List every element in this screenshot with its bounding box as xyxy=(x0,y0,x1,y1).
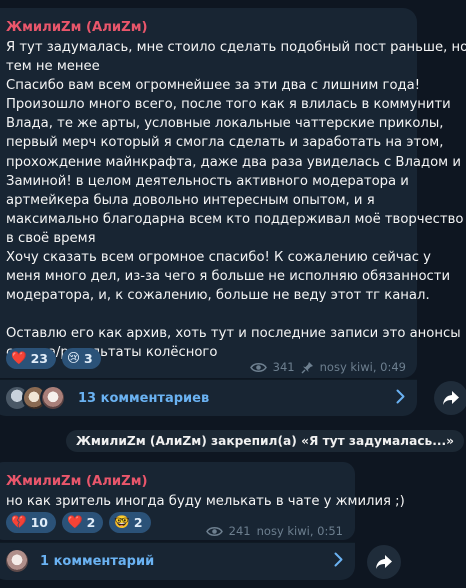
text-line: артмейкера была довольно интересным опыт… xyxy=(6,192,375,208)
comments-count-link[interactable]: 1 комментарий xyxy=(40,554,154,569)
comments-bar[interactable]: 13 комментариев xyxy=(0,379,417,416)
post-author[interactable]: ЖмилиZм (АлиZм) xyxy=(6,474,148,489)
heart-icon: ❤️ xyxy=(66,514,83,530)
heart-icon: ❤️ xyxy=(11,350,27,366)
divider xyxy=(0,542,355,543)
view-count: 341 xyxy=(272,360,295,374)
post-meta: 341 nosy kiwi, 0:49 xyxy=(249,360,406,374)
text-line: тем не менее xyxy=(6,59,100,75)
reactions-bar: ❤️ 23 😢 3 xyxy=(0,348,101,369)
broken-heart-icon: 💔 xyxy=(11,514,27,530)
reaction-broken-heart[interactable]: 💔 10 xyxy=(6,512,56,533)
reaction-count: 23 xyxy=(30,351,48,366)
text-line xyxy=(6,305,466,324)
text-line: но как зритель иногда буду мелькать в ча… xyxy=(6,494,405,509)
crying-face-icon: 😢 xyxy=(66,350,81,366)
text-line: Заминой! в целом деятельность активного … xyxy=(6,173,409,189)
nerd-face-icon: 🤓 xyxy=(114,514,130,530)
chevron-right-icon xyxy=(396,389,405,404)
text-line: Я тут задумалась, мне стоило сделать под… xyxy=(6,40,466,55)
post-text: Я тут задумалась, мне стоило сделать под… xyxy=(6,38,466,363)
reaction-count: 2 xyxy=(86,515,96,530)
commenter-avatars: 13 комментариев xyxy=(4,385,209,411)
forward-button[interactable] xyxy=(434,381,466,415)
text-line: Влада, те же арты, условные локальные ча… xyxy=(6,116,444,132)
avatar xyxy=(40,385,66,411)
divider xyxy=(0,379,417,380)
share-arrow-icon xyxy=(376,555,392,569)
text-line: модератора, и, к сожалению, больше не ве… xyxy=(6,288,430,304)
view-count: 241 xyxy=(228,524,251,538)
forward-button[interactable] xyxy=(367,545,401,579)
eye-icon xyxy=(249,362,267,372)
chevron-right-icon xyxy=(334,552,343,567)
channel-post[interactable]: ЖмилиZм (АлиZм) но как зритель иногда бу… xyxy=(0,462,405,540)
channel-post[interactable]: ЖмилиZм (АлиZм) Я тут задумалась, мне ст… xyxy=(0,8,466,378)
text-line: Хочу сказать всем огромное спасибо! К со… xyxy=(6,250,431,266)
text-line: Оставлю его как архив, хоть тут и послед… xyxy=(6,326,461,342)
text-line: прохождение майнкрафта, даже два раза ув… xyxy=(6,154,461,170)
text-line: максимально благодарна всем кто поддержи… xyxy=(6,211,464,227)
eye-icon xyxy=(205,526,223,536)
pinned-service-message[interactable]: ЖмилиZм (АлиZм) закрепил(а) «Я тут задум… xyxy=(66,430,465,452)
text-line: первый мерч который я смогла сделать и з… xyxy=(6,135,444,151)
avatar xyxy=(4,548,30,574)
post-signature: nosy kiwi, 0:51 xyxy=(256,524,343,538)
reaction-count: 2 xyxy=(133,515,143,530)
comments-bar[interactable]: 1 комментарий xyxy=(0,542,355,580)
text-line: Спасибо вам всем огромнейшее за эти два … xyxy=(6,78,421,94)
reaction-crying[interactable]: 😢 3 xyxy=(61,348,101,369)
reaction-nerd[interactable]: 🤓 2 xyxy=(109,512,151,533)
reaction-count: 3 xyxy=(84,351,93,366)
reaction-heart[interactable]: ❤️ 23 xyxy=(6,348,56,369)
post-author[interactable]: ЖмилиZм (АлиZм) xyxy=(6,20,148,35)
pin-icon xyxy=(301,361,313,373)
text-line: меня много дел, из-за чего я больше не и… xyxy=(6,269,451,285)
comments-count-link[interactable]: 13 комментариев xyxy=(78,391,209,406)
reaction-count: 10 xyxy=(30,515,48,530)
reactions-bar: 💔 10 ❤️ 2 🤓 2 xyxy=(0,512,151,533)
text-line: Произошло много всего, после того как я … xyxy=(6,97,451,113)
text-line: в своё время xyxy=(6,230,96,246)
share-arrow-icon xyxy=(443,391,459,405)
post-text: но как зритель иногда буду мелькать в ча… xyxy=(6,492,405,511)
post-signature: nosy kiwi, 0:49 xyxy=(319,360,406,374)
reaction-heart[interactable]: ❤️ 2 xyxy=(61,512,104,533)
commenter-avatars: 1 комментарий xyxy=(4,548,154,574)
post-meta: 241 nosy kiwi, 0:51 xyxy=(205,524,343,538)
